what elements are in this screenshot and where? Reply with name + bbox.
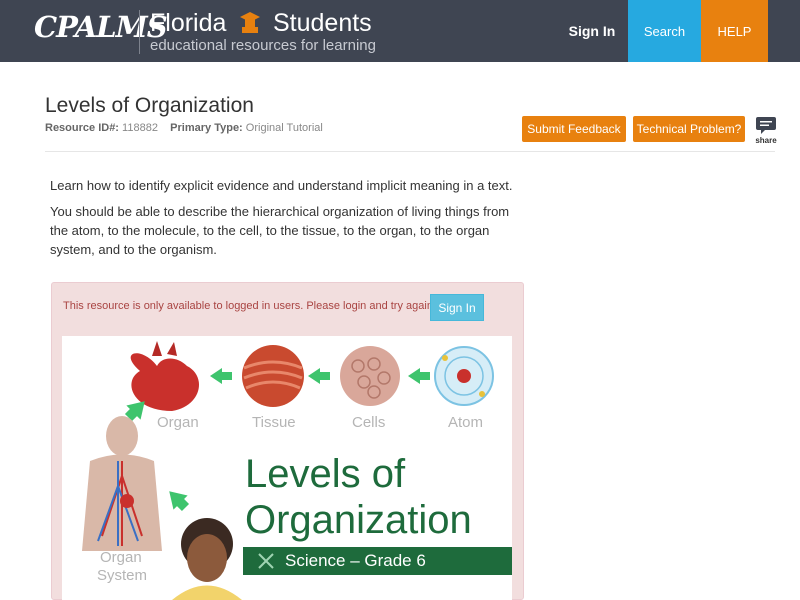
arrow-icon	[408, 368, 430, 384]
nav-search-button[interactable]: Search	[628, 0, 701, 62]
submit-feedback-button[interactable]: Submit Feedback	[522, 116, 626, 142]
label-tissue: Tissue	[252, 414, 296, 431]
description-line-1: Learn how to identify explicit evidence …	[50, 178, 513, 193]
label-atom: Atom	[448, 414, 484, 431]
alert-sign-in-button[interactable]: Sign In	[430, 294, 484, 321]
site-name-students: Students	[273, 9, 372, 37]
top-navigation-bar: CPALMS Florida Students educational reso…	[0, 0, 800, 62]
logo-text: CPALMS	[34, 10, 168, 44]
tissue-icon	[242, 345, 304, 407]
header-divider	[139, 10, 140, 54]
page-title: Levels of Organization	[45, 94, 254, 117]
grade-banner: Science – Grade 6	[243, 547, 512, 575]
label-organ-system-line-2: System	[97, 567, 148, 584]
site-name-florida: Florida	[150, 9, 227, 37]
child-photo-icon	[172, 518, 242, 600]
resource-id-label: Resource ID#:	[45, 122, 119, 134]
site-subtitle: educational resources for learning	[150, 37, 376, 54]
resource-meta: Resource ID#: 118882 Primary Type: Origi…	[45, 122, 323, 134]
share-label: share	[755, 136, 777, 145]
share-button[interactable]: share	[754, 116, 778, 146]
nav-help-button[interactable]: HELP	[701, 0, 768, 62]
label-organ: Organ	[157, 414, 199, 431]
dna-icon	[258, 553, 274, 569]
student-icon	[240, 12, 260, 33]
heart-icon	[130, 341, 199, 411]
speech-bubble-icon	[756, 117, 776, 134]
atom-icon	[434, 346, 494, 406]
technical-problem-button[interactable]: Technical Problem?	[633, 116, 745, 142]
section-divider	[45, 151, 775, 152]
grade-banner-text: Science – Grade 6	[285, 551, 426, 570]
cover-title-line-1: Levels of	[245, 452, 406, 496]
arrow-icon	[169, 491, 190, 512]
arrow-icon	[308, 368, 330, 384]
arrow-icon	[210, 368, 232, 384]
label-cells: Cells	[352, 414, 386, 431]
primary-type-label: Primary Type:	[170, 122, 243, 134]
label-organ-system-line-1: Organ	[100, 549, 142, 566]
organ-system-figure-icon	[82, 416, 162, 551]
tutorial-cover-image: Organ Tissue Cells Atom Organ System Lev…	[62, 336, 512, 600]
description-line-2: You should be able to describe the hiera…	[50, 204, 510, 257]
cells-icon	[340, 346, 400, 406]
cover-title-line-2: Organization	[245, 498, 472, 542]
nav-sign-in-link[interactable]: Sign In	[556, 0, 628, 62]
resource-id-value: 118882	[122, 122, 158, 134]
alert-message: This resource is only available to logge…	[63, 300, 436, 312]
primary-type-value: Original Tutorial	[245, 122, 323, 134]
